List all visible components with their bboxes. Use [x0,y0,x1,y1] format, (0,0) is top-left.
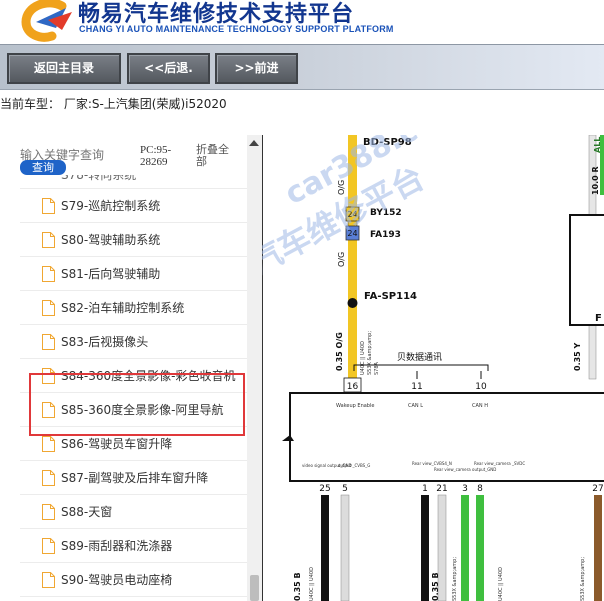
collapse-all-link[interactable]: 折叠全部 [196,144,238,168]
document-icon [42,572,55,588]
tree-item[interactable]: S87-副驾驶及后排车窗升降 [20,461,250,495]
label-fa193: FA193 [370,230,401,240]
svg-text:S53X &amp;amp;: S53X &amp;amp; [580,557,586,601]
svg-text:1: 1 [422,484,428,494]
svg-text:O/G: O/G [337,252,346,267]
svg-text:16: 16 [347,382,359,392]
svg-text:5: 5 [342,484,348,494]
svg-text:output _CVBS_G: output _CVBS_G [338,463,370,468]
pc-code: PC:95-28269 [140,144,172,168]
watermark: car388.com 汽车维修平台 [262,135,469,282]
document-icon [42,300,55,316]
svg-text:8: 8 [477,484,483,494]
svg-text:U40C || U40D: U40C || U40D [498,567,504,601]
sidebar-scrollbar[interactable] [247,135,262,601]
tree-item[interactable]: S90-驾驶员电动座椅 [20,563,250,597]
svg-text:27: 27 [592,484,603,494]
selection-highlight [29,373,245,436]
svg-text:Rear view_CVBS4_N: Rear view_CVBS4_N [412,461,452,466]
svg-text:25: 25 [319,484,330,494]
tree-item[interactable]: S80-驾驶辅助系统 [20,223,250,257]
scroll-up-icon[interactable] [249,140,259,146]
tree-item[interactable]: S89-雨刮器和洗涤器 [20,529,250,563]
svg-text:3: 3 [462,484,468,494]
tree-item[interactable]: S88-天窗 [20,495,250,529]
app-header: 畅易汽车维修技术支持平台 CHANG YI AUTO MAINTENANCE T… [0,0,604,44]
tree-item-label: S86-驾驶员车窗升降 [61,437,173,451]
wiring-diagram-canvas: 24 24 BD-SP98 BY152 FA193 FA-SP114 O/G O… [262,135,604,601]
brand-subtitle: CHANG YI AUTO MAINTENANCE TECHNOLOGY SUP… [79,24,394,34]
tree-item-label: S78-转向系统 [61,175,137,182]
svg-text:10: 10 [475,382,487,392]
scroll-thumb[interactable] [250,575,259,601]
svg-text:0.35 Y: 0.35 Y [573,342,582,371]
tree-item[interactable]: S79-巡航控制系统 [20,189,250,223]
tree-item-label: S82-泊车辅助控制系统 [61,301,185,315]
svg-text:11: 11 [411,382,422,392]
svg-text:0.35 B: 0.35 B [293,572,302,601]
document-icon [42,334,55,350]
splice-dot [347,298,358,308]
document-icon [42,198,55,214]
svg-text:10.0 R: 10.0 R [591,166,600,195]
svg-text:CAN L: CAN L [408,403,423,409]
bus-label: 贝数据通讯 [397,351,442,363]
back-button[interactable]: <<后退. [127,53,210,84]
wiring-diagram[interactable]: 24 24 BD-SP98 BY152 FA193 FA-SP114 O/G O… [262,135,604,601]
tree-item[interactable]: S82-泊车辅助控制系统 [20,291,250,325]
svg-text:Wakeup Enable: Wakeup Enable [336,403,374,409]
tree-item[interactable]: S81-后向驾驶辅助 [20,257,250,291]
svg-text:S53X &amp;amp;: S53X &amp;amp; [452,557,458,601]
tree-item-label: S90-驾驶员电动座椅 [61,573,173,587]
current-model-label: 当前车型： 厂家:S-上汽集团(荣威)i52020 [0,97,227,111]
svg-text:0.35 B: 0.35 B [431,572,440,601]
document-icon [42,504,55,520]
document-icon [42,538,55,554]
tree-item-label: S87-副驾驶及后排车窗升降 [61,471,209,485]
svg-text:0.35 O/G: 0.35 O/G [335,332,344,371]
catalog-sidebar: 查询 PC:95-28269 折叠全部 S78-转向系统 S79-巡航控制系统 S… [0,135,262,601]
label-fa-sp114: FA-SP114 [364,291,417,302]
tree-item-label: S83-后视摄像头 [61,335,149,349]
forward-button[interactable]: >>前进 [215,53,298,84]
document-icon [42,266,55,282]
tree-item-label: S88-天窗 [61,505,113,519]
search-button[interactable]: 查询 [20,160,66,175]
nav-bar: 返回主目录 <<后退. >>前进 [0,44,604,90]
svg-text:21: 21 [436,484,447,494]
tree-item-label: S79-巡航控制系统 [61,199,161,213]
home-button[interactable]: 返回主目录 [7,53,121,84]
svg-text:U40C || U40D: U40C || U40D [360,341,366,375]
svg-text:CAN H: CAN H [472,403,488,409]
tree-item-label: S89-雨刮器和洗涤器 [61,539,173,553]
tree-item-partial[interactable]: S78-转向系统 [20,175,250,189]
svg-text:S53X &amp;amp;: S53X &amp;amp; [367,331,373,375]
document-icon [42,470,55,486]
tree-item-label: S81-后向驾驶辅助 [61,267,161,281]
tree-item[interactable]: S83-后视摄像头 [20,325,250,359]
svg-text:ALL: ALL [593,137,602,153]
svg-text:S78A: S78A [374,361,380,375]
chang-yi-logo-icon [21,0,72,42]
document-icon [42,436,55,452]
svg-text:Rear view_camera _SVDC: Rear view_camera _SVDC [474,461,525,466]
svg-text:F: F [595,313,602,324]
svg-text:U40C || U40D: U40C || U40D [309,567,315,601]
document-icon [42,232,55,248]
module-box-right [569,214,604,326]
tree-item-label: S80-驾驶辅助系统 [61,233,161,247]
svg-text:Rear view_camera output_GND: Rear view_camera output_GND [434,467,496,472]
